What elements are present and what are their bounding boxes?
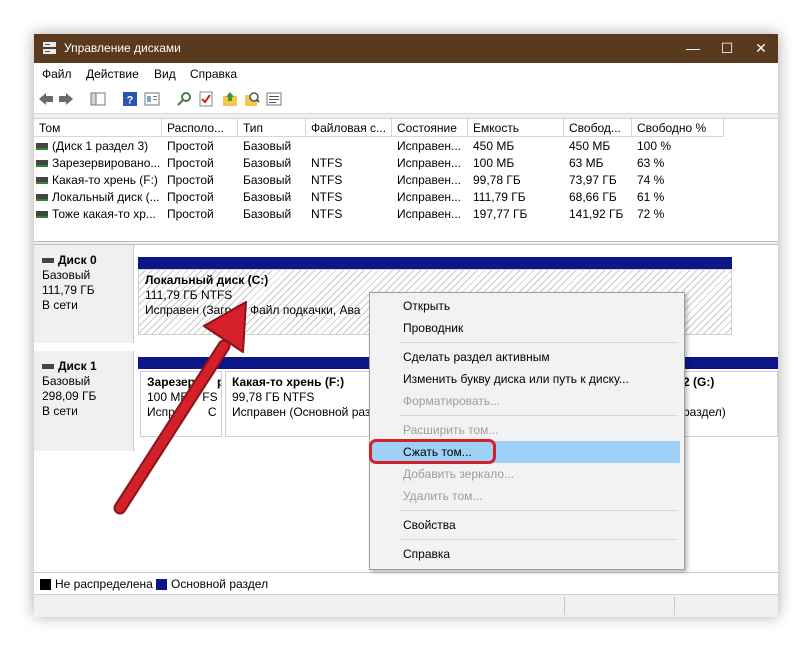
red-arrow-annotation bbox=[113, 301, 247, 515]
arrow-shaft bbox=[115, 341, 229, 513]
